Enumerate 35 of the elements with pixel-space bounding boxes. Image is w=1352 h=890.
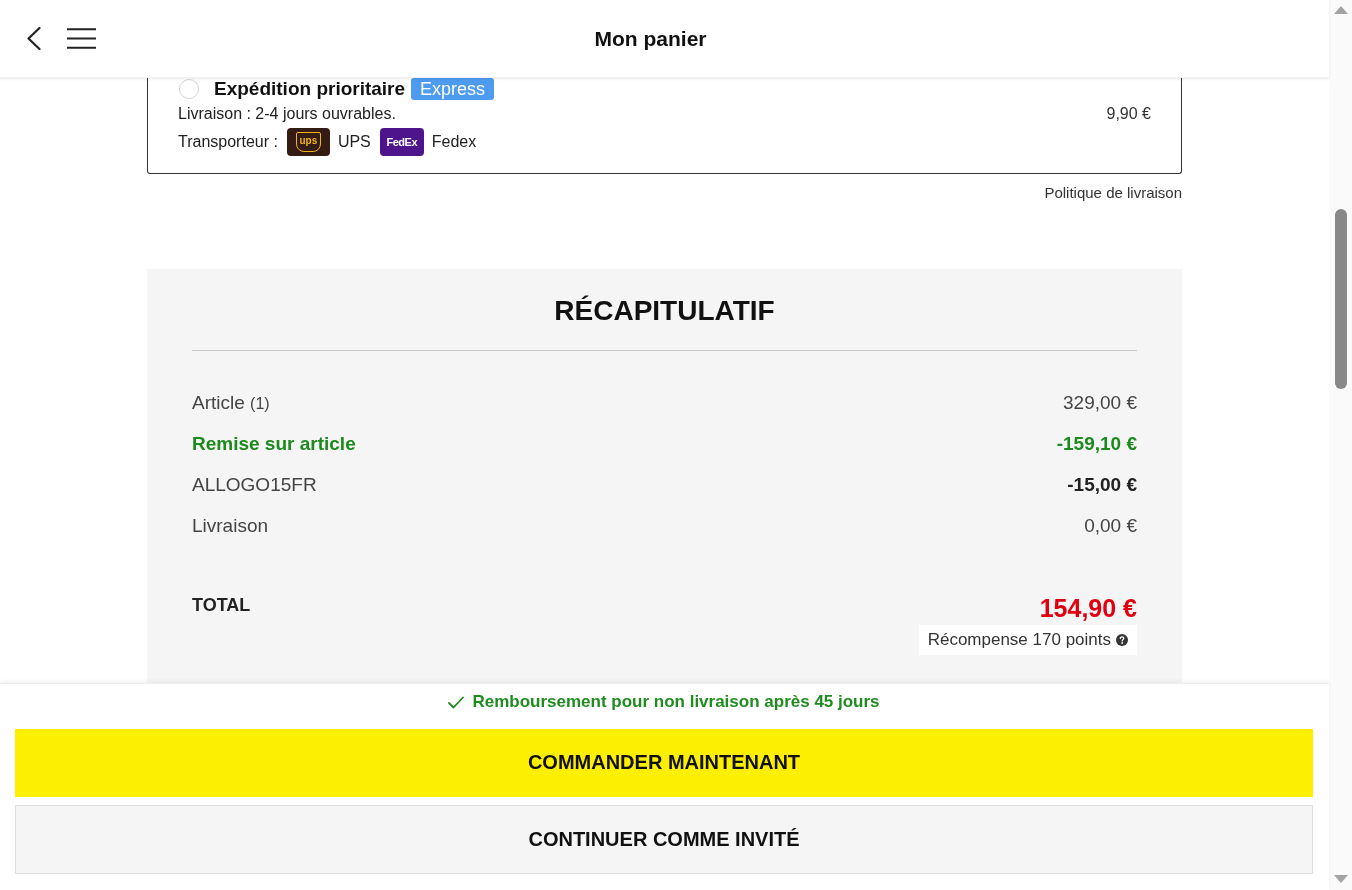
scroll-up-icon[interactable] bbox=[1333, 6, 1348, 14]
scrollbar-thumb[interactable] bbox=[1334, 209, 1347, 389]
help-icon[interactable] bbox=[1116, 634, 1128, 646]
summary-amount: 329,00 € bbox=[1063, 391, 1137, 414]
shipping-policy-link[interactable]: Politique de livraison bbox=[1044, 183, 1182, 203]
shipping-option-card[interactable]: Expédition prioritaire Express Livraison : 2-4 jours ouvrables. 9,90 € Transporteur : ups UPS FedEx Fedex bbox=[147, 78, 1182, 174]
summary-amount: -159,10 € bbox=[1056, 432, 1137, 455]
summary-label: Article (1) bbox=[192, 391, 270, 414]
refund-guarantee-text: Remboursement pour non livraison après 45 jours bbox=[472, 692, 880, 712]
radio-button[interactable] bbox=[179, 79, 199, 99]
total-amount: 154,90 € bbox=[1039, 593, 1137, 624]
carrier-label: Transporteur : bbox=[178, 133, 278, 151]
summary-label: Remise sur article bbox=[192, 432, 356, 455]
carrier-logo: FedEx bbox=[379, 128, 424, 156]
total-label: TOTAL bbox=[192, 594, 251, 617]
back-icon[interactable] bbox=[26, 27, 41, 50]
carrier-logo: ups bbox=[286, 128, 330, 156]
summary-label: Livraison bbox=[192, 514, 269, 537]
shipping-badge: Express bbox=[411, 78, 495, 100]
page-title: Mon panier bbox=[594, 26, 707, 51]
check-icon bbox=[448, 695, 465, 709]
summary-title: RÉCAPITULATIF bbox=[553, 294, 776, 328]
summary-amount: -15,00 € bbox=[1067, 473, 1137, 496]
summary-label: ALLOGO15FR bbox=[192, 473, 317, 496]
carrier-name: Fedex bbox=[431, 133, 477, 151]
summary-amount: 0,00 € bbox=[1084, 514, 1137, 537]
shipping-price: 9,90 € bbox=[1106, 104, 1151, 123]
scroll-down-icon[interactable] bbox=[1333, 875, 1348, 883]
shipping-option-title: Expédition prioritaire bbox=[214, 78, 406, 100]
reward-points-text: Récompense 170 points bbox=[927, 630, 1111, 650]
delivery-time-text: Livraison : 2-4 jours ouvrables. bbox=[178, 104, 396, 123]
guest-checkout-button[interactable]: CONTINUER COMME INVITÉ bbox=[15, 804, 1313, 874]
carrier-name: UPS bbox=[337, 133, 371, 151]
order-now-button[interactable]: COMMANDER MAINTENANT bbox=[15, 729, 1313, 797]
menu-icon[interactable] bbox=[67, 28, 96, 49]
